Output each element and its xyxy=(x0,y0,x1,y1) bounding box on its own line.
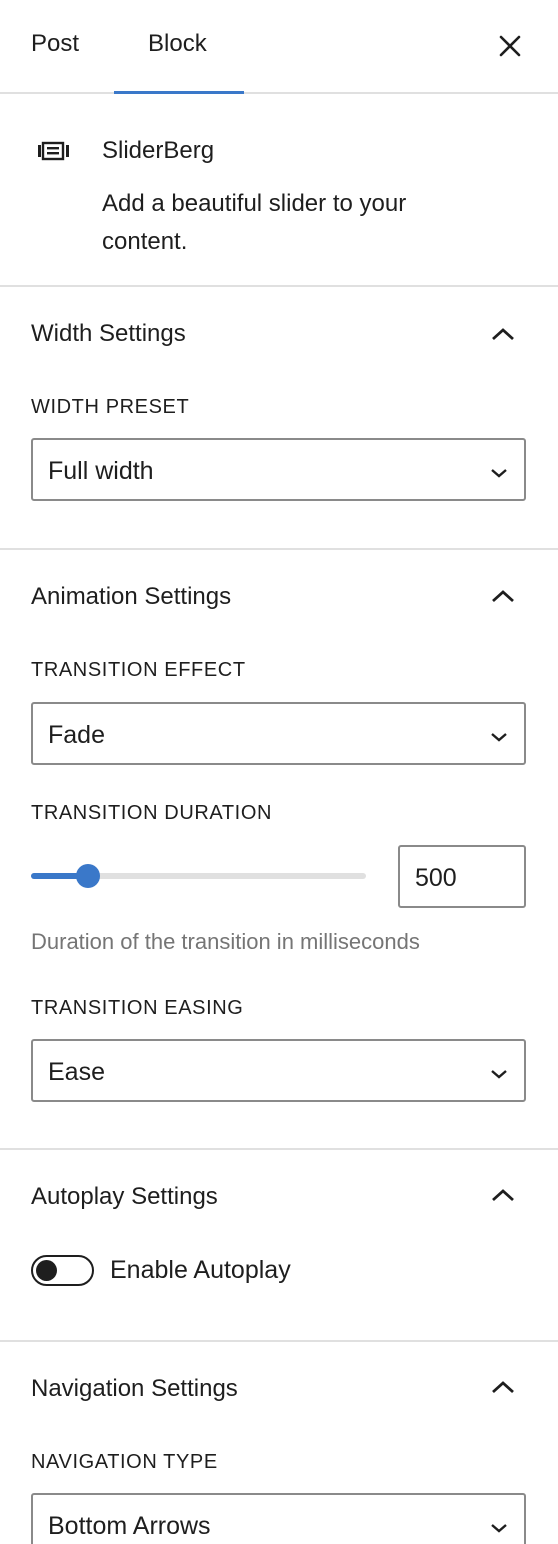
duration-number-input[interactable]: 500 xyxy=(398,845,526,908)
transition-duration-label: TRANSITION DURATION xyxy=(31,802,273,824)
width-preset-select[interactable]: Full width xyxy=(31,438,526,501)
chevron-down-icon xyxy=(490,1067,508,1079)
transition-easing-label: TRANSITION EASING xyxy=(31,997,244,1019)
tab-block[interactable]: Block xyxy=(148,30,207,58)
transition-easing-value: Ease xyxy=(48,1058,105,1086)
toggle-knob xyxy=(36,1260,57,1281)
chevron-down-icon xyxy=(490,466,508,478)
close-icon[interactable] xyxy=(496,32,524,60)
duration-range-thumb[interactable] xyxy=(75,864,100,888)
divider xyxy=(0,1340,558,1342)
panel-title-animation[interactable]: Animation Settings xyxy=(31,583,231,611)
transition-effect-select[interactable]: Fade xyxy=(31,702,526,765)
panel-title-navigation[interactable]: Navigation Settings xyxy=(31,1375,238,1403)
divider xyxy=(0,285,558,287)
sidebar-tabs: Post Block xyxy=(0,0,558,94)
panel-title-width[interactable]: Width Settings xyxy=(31,320,186,348)
block-icon xyxy=(38,141,70,166)
duration-number-value: 500 xyxy=(415,864,457,892)
chevron-up-icon[interactable] xyxy=(490,1187,516,1203)
divider xyxy=(0,1148,558,1150)
chevron-down-icon xyxy=(490,1521,508,1533)
block-title: SliderBerg xyxy=(102,137,215,164)
autoplay-toggle-label[interactable]: Enable Autoplay xyxy=(110,1256,291,1285)
block-description: Add a beautiful slider to your content. xyxy=(102,190,407,255)
tab-post[interactable]: Post xyxy=(31,30,79,58)
chevron-up-icon[interactable] xyxy=(490,326,516,342)
chevron-down-icon xyxy=(490,730,508,742)
divider xyxy=(0,548,558,550)
panel-title-autoplay[interactable]: Autoplay Settings xyxy=(31,1183,218,1211)
autoplay-toggle[interactable] xyxy=(31,1255,94,1286)
transition-effect-label: TRANSITION EFFECT xyxy=(31,659,246,681)
chevron-up-icon[interactable] xyxy=(490,1379,516,1395)
chevron-up-icon[interactable] xyxy=(490,588,516,604)
transition-easing-select[interactable]: Ease xyxy=(31,1039,526,1102)
duration-help-text: Duration of the transition in millisecon… xyxy=(31,929,420,954)
navigation-type-value: Bottom Arrows xyxy=(48,1512,211,1540)
width-preset-value: Full width xyxy=(48,457,154,485)
block-settings-sidebar: Post Block SliderBerg Add a beautiful sl… xyxy=(0,0,558,1544)
navigation-type-label: NAVIGATION TYPE xyxy=(31,1451,218,1473)
active-tab-indicator xyxy=(114,91,244,94)
transition-effect-value: Fade xyxy=(48,721,105,749)
width-preset-label: WIDTH PRESET xyxy=(31,396,190,418)
navigation-type-select[interactable]: Bottom Arrows xyxy=(31,1493,526,1544)
